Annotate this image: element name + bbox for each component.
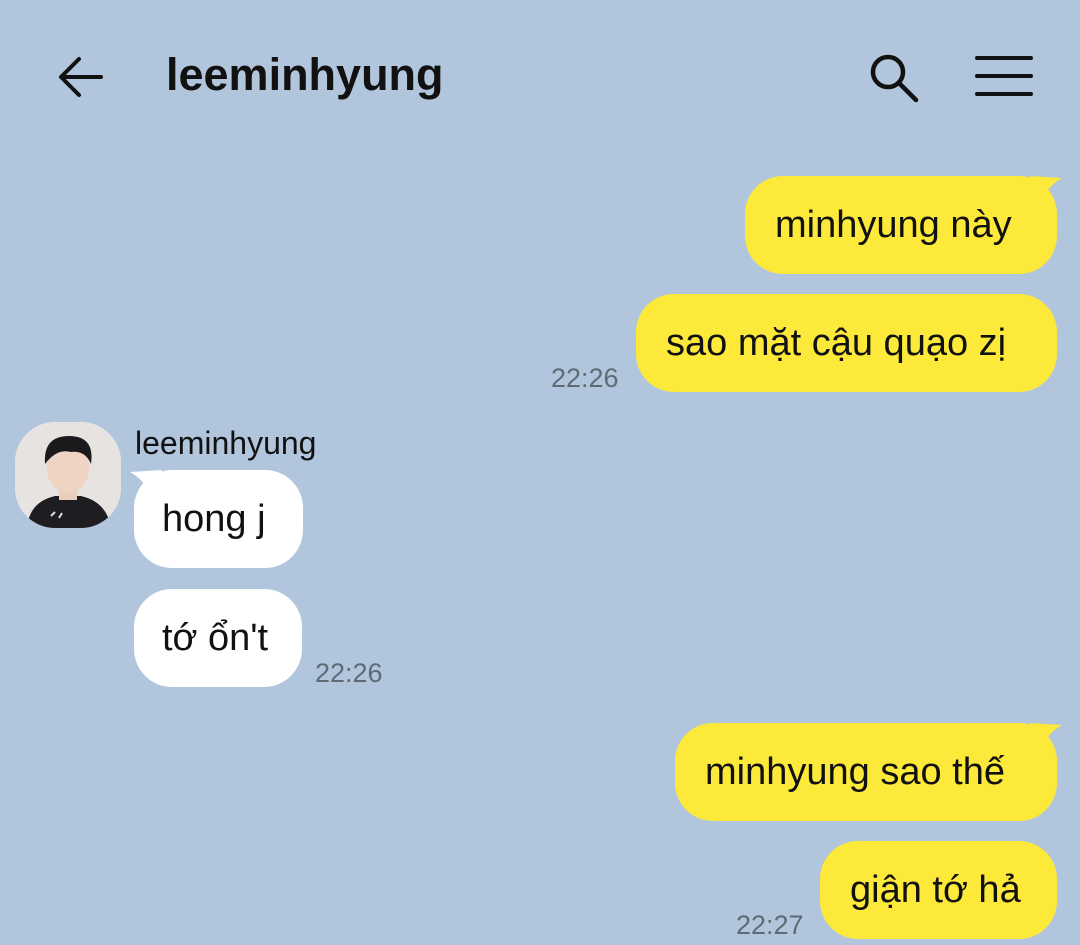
message-text: hong j (162, 498, 266, 540)
chat-title: leeminhyung (166, 49, 444, 100)
incoming-message[interactable]: hong j (134, 470, 303, 568)
outgoing-message[interactable]: minhyung này (745, 176, 1057, 274)
message-text: minhyung này (775, 204, 1012, 246)
message-timestamp: 22:26 (315, 658, 383, 688)
message-timestamp: 22:27 (736, 910, 804, 940)
incoming-message[interactable]: tớ ổn't (134, 589, 302, 687)
hamburger-menu-icon (975, 56, 1033, 96)
message-text: sao mặt cậu quạo zị (666, 322, 1007, 364)
sender-name: leeminhyung (135, 425, 317, 461)
search-icon (870, 54, 919, 103)
outgoing-message[interactable]: sao mặt cậu quạo zị (636, 294, 1057, 392)
search-button[interactable] (862, 46, 924, 108)
message-text: tớ ổn't (162, 617, 269, 659)
outgoing-message[interactable]: giận tớ hả (820, 841, 1057, 939)
outgoing-message[interactable]: minhyung sao thế (675, 723, 1057, 821)
message-timestamp: 22:26 (551, 363, 619, 393)
back-button[interactable] (50, 48, 108, 106)
arrow-left-icon (59, 57, 103, 97)
message-text: giận tớ hả (850, 869, 1021, 911)
profile-photo (15, 422, 121, 528)
message-text: minhyung sao thế (705, 751, 1005, 793)
chat-header: leeminhyung (0, 0, 1080, 150)
avatar[interactable] (15, 422, 121, 528)
menu-button[interactable] (972, 48, 1036, 104)
